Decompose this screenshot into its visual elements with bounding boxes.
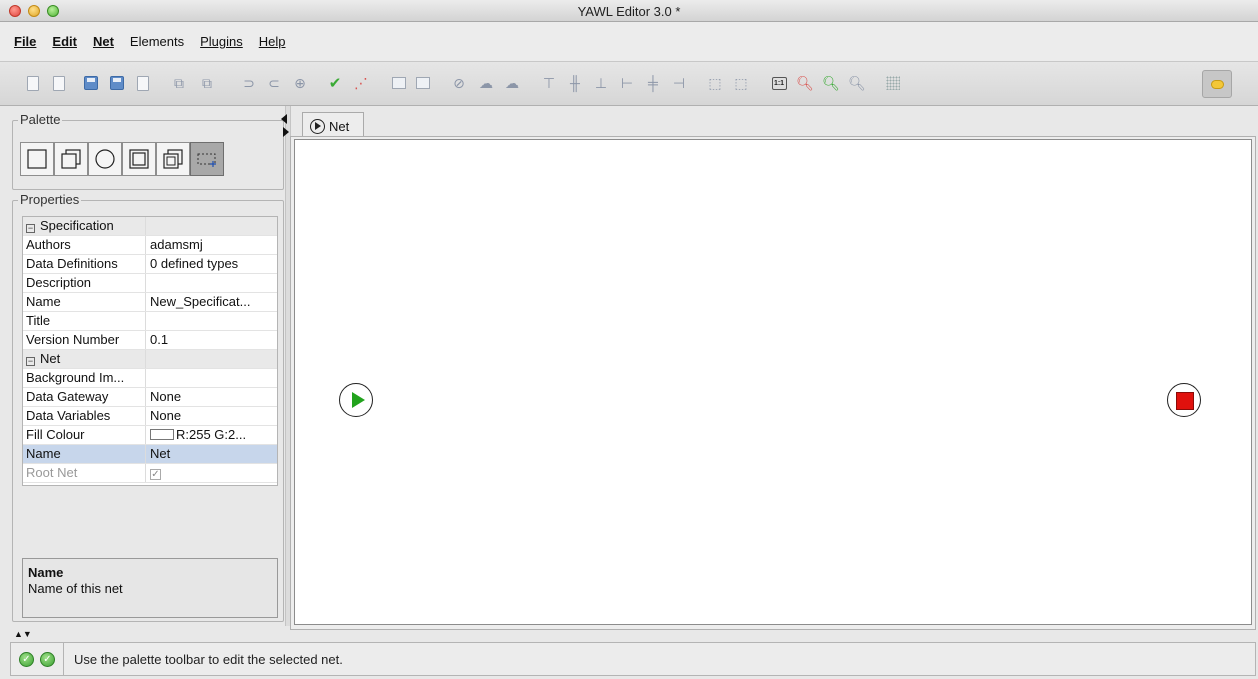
- table-row[interactable]: Data Definitions 0 defined types: [23, 255, 277, 274]
- atomic-task-icon[interactable]: [20, 142, 54, 176]
- menu-help[interactable]: Help: [251, 34, 294, 49]
- properties-title: Properties: [18, 192, 82, 207]
- menu-elements[interactable]: Elements: [122, 34, 192, 49]
- align-middle-icon[interactable]: ╫: [566, 74, 584, 92]
- zoom-fit-icon[interactable]: 🔍︎: [848, 74, 866, 92]
- status-bar: ✓ ✓ Use the palette toolbar to edit the …: [10, 642, 1256, 676]
- validation-ok-icon[interactable]: ✓: [19, 651, 34, 667]
- save-as-icon[interactable]: [108, 74, 126, 92]
- validate-icon[interactable]: ✔: [326, 74, 344, 92]
- input-condition-icon[interactable]: [339, 383, 373, 417]
- colour-swatch: [150, 429, 174, 440]
- save-icon[interactable]: [82, 74, 100, 92]
- align-center-icon[interactable]: ╪: [644, 74, 662, 92]
- new-spec-icon[interactable]: [24, 74, 42, 92]
- remove-net-icon[interactable]: [414, 74, 432, 92]
- properties-table: − Specification Authors adamsmj Data Defi…: [22, 216, 278, 486]
- palette-title: Palette: [18, 112, 63, 127]
- property-description: Name Name of this net: [22, 558, 278, 618]
- increase-size-icon[interactable]: ⬚: [706, 74, 724, 92]
- cancel-icon[interactable]: ⊘: [450, 74, 468, 92]
- table-row[interactable]: Title: [23, 312, 277, 331]
- close-spec-icon[interactable]: [134, 74, 152, 92]
- output-condition-icon[interactable]: [1167, 383, 1201, 417]
- menu-net[interactable]: Net: [85, 34, 122, 49]
- import-icon[interactable]: ⧉: [170, 74, 188, 92]
- collapse-left-arrow-icon[interactable]: [281, 114, 287, 124]
- multiple-atomic-task-icon[interactable]: [54, 142, 88, 176]
- grid-icon[interactable]: [884, 74, 902, 92]
- menu-bar: File Edit Net Elements Plugins Help: [0, 22, 1258, 62]
- export-icon[interactable]: ⧉: [198, 74, 216, 92]
- marquee-select-icon[interactable]: [190, 142, 224, 176]
- menu-file[interactable]: File: [6, 34, 44, 49]
- table-row[interactable]: Name New_Specificat...: [23, 293, 277, 312]
- section-net[interactable]: − Net: [23, 350, 277, 369]
- actual-size-icon[interactable]: 1:1: [770, 74, 788, 92]
- table-row[interactable]: Description: [23, 274, 277, 293]
- description-title: Name: [28, 565, 64, 580]
- multiple-composite-task-icon[interactable]: [156, 142, 190, 176]
- undo-icon[interactable]: ⊃: [240, 74, 258, 92]
- net-canvas[interactable]: [294, 139, 1252, 625]
- redo-icon[interactable]: ⊂: [265, 74, 283, 92]
- table-row[interactable]: Version Number 0.1: [23, 331, 277, 350]
- root-net-checkbox[interactable]: ✓: [150, 469, 161, 480]
- tab-net[interactable]: Net: [302, 112, 365, 136]
- table-row-selected[interactable]: Name Net: [23, 445, 277, 464]
- collapse-icon[interactable]: −: [26, 357, 35, 366]
- section-specification[interactable]: − Specification: [23, 217, 277, 236]
- remove-comment-icon[interactable]: ☁: [503, 74, 521, 92]
- add-comment-icon[interactable]: ☁: [477, 74, 495, 92]
- net-root-icon: [310, 118, 325, 134]
- delete-icon[interactable]: ⊕: [291, 74, 309, 92]
- open-spec-icon[interactable]: [50, 74, 68, 92]
- decrease-size-icon[interactable]: ⬚: [732, 74, 750, 92]
- zoom-in-icon[interactable]: 🔍︎: [822, 74, 840, 92]
- collapse-icon[interactable]: −: [26, 224, 35, 233]
- add-net-icon[interactable]: [390, 74, 408, 92]
- condition-icon[interactable]: [88, 142, 122, 176]
- title-bar: YAWL Editor 3.0 *: [0, 0, 1258, 22]
- window-title: YAWL Editor 3.0 *: [577, 4, 681, 19]
- split-toggle-arrows[interactable]: ▲▼: [14, 630, 32, 639]
- expand-right-arrow-icon[interactable]: [283, 127, 289, 137]
- analyse-icon[interactable]: ⋰: [352, 74, 370, 92]
- zoom-out-icon[interactable]: 🔍︎: [796, 74, 814, 92]
- menu-plugins[interactable]: Plugins: [192, 34, 251, 49]
- align-right-icon[interactable]: ⊣: [670, 74, 688, 92]
- align-left-icon[interactable]: ⊢: [618, 74, 636, 92]
- table-row[interactable]: Data Gateway None: [23, 388, 277, 407]
- table-row[interactable]: Background Im...: [23, 369, 277, 388]
- status-message: Use the palette toolbar to edit the sele…: [74, 651, 343, 667]
- table-row[interactable]: Fill Colour R:255 G:2...: [23, 426, 277, 445]
- description-text: Name of this net: [28, 581, 123, 596]
- table-row[interactable]: Root Net ✓: [23, 464, 277, 483]
- table-row[interactable]: Data Variables None: [23, 407, 277, 426]
- notes-icon[interactable]: [1202, 70, 1232, 98]
- engine-connected-icon[interactable]: ✓: [40, 651, 55, 667]
- menu-edit[interactable]: Edit: [44, 34, 85, 49]
- main-toolbar: ⧉ ⧉ ⊃ ⊂ ⊕ ✔ ⋰ ⊘ ☁ ☁ ⊤ ╫ ⊥ ⊢ ╪ ⊣ ⬚ ⬚ 1:1 …: [0, 62, 1258, 106]
- table-row[interactable]: Authors adamsmj: [23, 236, 277, 255]
- align-bottom-icon[interactable]: ⊥: [592, 74, 610, 92]
- composite-task-icon[interactable]: [122, 142, 156, 176]
- align-top-icon[interactable]: ⊤: [540, 74, 558, 92]
